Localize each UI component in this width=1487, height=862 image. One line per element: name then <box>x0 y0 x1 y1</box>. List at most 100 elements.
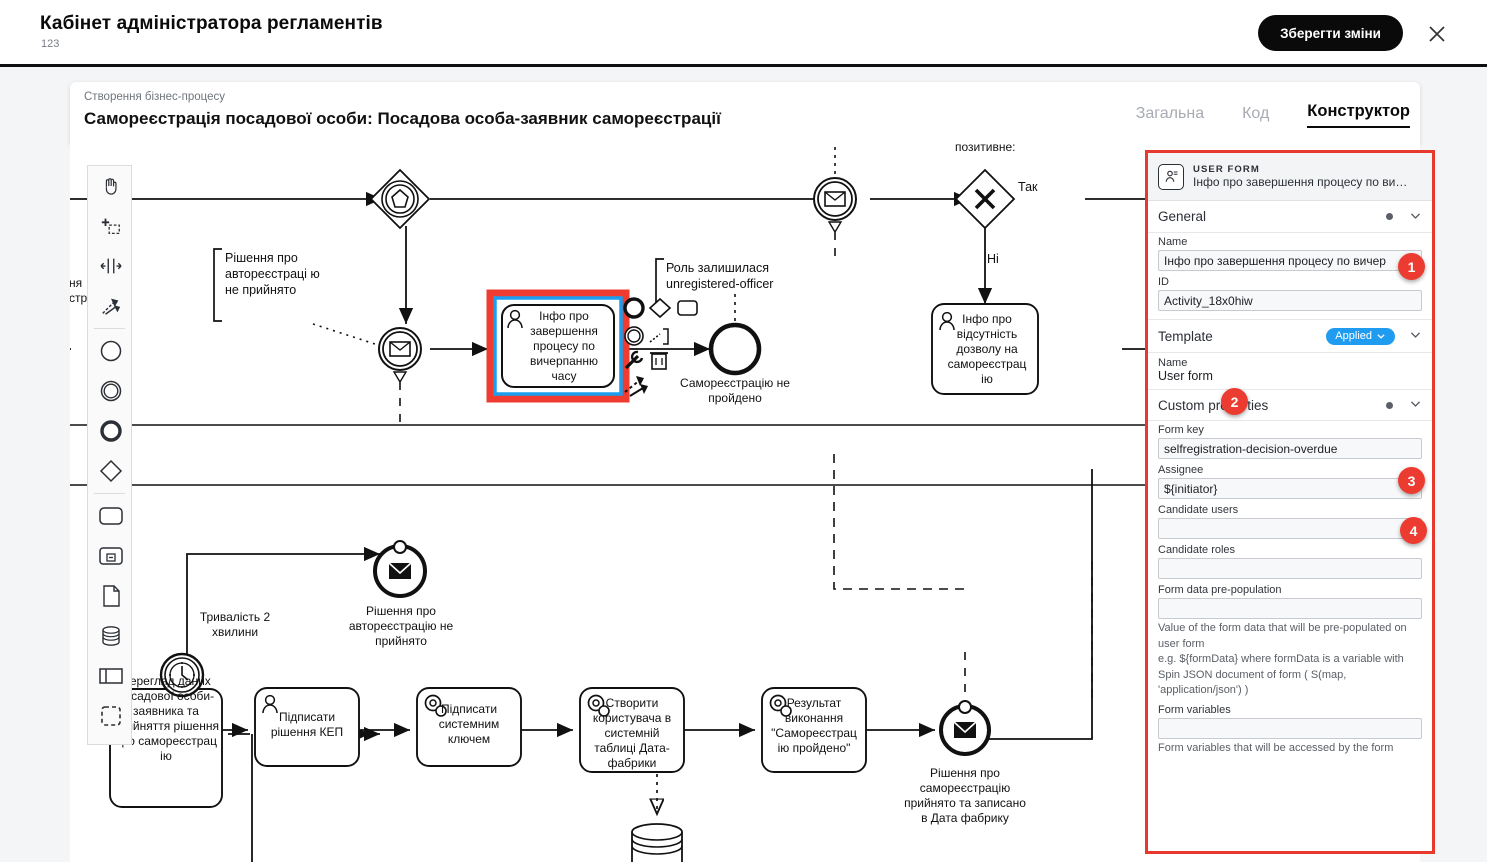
candidate-roles-input[interactable] <box>1158 558 1422 579</box>
bpmn-end-event-accepted <box>939 700 991 756</box>
append-task-icon[interactable] <box>677 300 698 316</box>
bpmn-intermediate-event-escalation <box>369 168 431 230</box>
field-candidate-roles-label: Candidate roles <box>1158 544 1236 556</box>
diagram-label-clipped-left: ня стр <box>70 276 88 305</box>
space-tool-icon[interactable] <box>88 246 133 286</box>
template-name-value: User form <box>1158 369 1213 383</box>
task-label-selected: Інфо про завершення процесу по вичерпанн… <box>529 309 599 383</box>
start-event-icon[interactable] <box>88 331 133 371</box>
hand-tool-icon[interactable] <box>88 166 133 206</box>
form-variables-input[interactable] <box>1158 717 1422 739</box>
bpmn-message-event-top <box>813 144 857 259</box>
subprocess-icon[interactable] <box>88 536 133 576</box>
group-general-header[interactable]: General <box>1148 201 1432 233</box>
template-row[interactable]: Template Applied <box>1148 319 1432 353</box>
field-candidate-users: Candidate users <box>1148 501 1432 541</box>
close-icon[interactable] <box>1425 22 1449 46</box>
candidate-users-input[interactable] <box>1158 518 1422 539</box>
callout-badge-4: 4 <box>1400 517 1427 544</box>
bpmn-end-event-failed <box>708 322 762 376</box>
connect-icon[interactable] <box>624 376 648 397</box>
bpmn-palette[interactable] <box>87 165 132 745</box>
app-title: Кабінет адміністратора регламентів <box>40 13 383 34</box>
id-input[interactable] <box>1158 290 1422 311</box>
element-type-label: USER FORM <box>1193 164 1260 175</box>
field-name: Name <box>1148 233 1432 273</box>
bpmn-message-event-middle <box>373 540 427 598</box>
properties-header: USER FORM Інфо про завершення процесу по… <box>1148 153 1432 201</box>
diagram-annotation-decision-rejected: Рішення про автореєстраці ю не прийнято <box>225 251 320 297</box>
tab-constructor[interactable]: Конструктор <box>1307 102 1410 128</box>
data-store-icon[interactable] <box>88 616 133 656</box>
field-form-key: Form key <box>1148 421 1432 461</box>
bpmn-data-store <box>631 823 683 862</box>
field-candidate-users-label: Candidate users <box>1158 504 1239 516</box>
end-event-icon[interactable] <box>88 411 133 451</box>
field-form-variables: Form variables Form variables that will … <box>1148 701 1432 759</box>
context-pad[interactable] <box>622 296 712 406</box>
group-general-dot <box>1386 213 1393 220</box>
gateway-icon[interactable] <box>88 451 133 491</box>
wrench-icon[interactable] <box>624 350 644 370</box>
delete-icon[interactable] <box>650 352 668 370</box>
form-variables-hint: Form variables that will be accessed by … <box>1158 741 1394 754</box>
group-icon[interactable] <box>88 696 133 736</box>
template-applied-pill[interactable]: Applied <box>1326 327 1395 345</box>
task-label-sign-system-key: Підписати системним ключем <box>438 702 500 746</box>
append-gateway-icon[interactable] <box>648 297 672 319</box>
template-applied-label: Applied <box>1335 329 1372 342</box>
intermediate-event-icon[interactable] <box>88 371 133 411</box>
diagram-label-decision-rejected-event: Рішення про автореєстрацію не прийнято <box>348 604 454 648</box>
task-label-create-user: Створити користувача в системній таблиці… <box>592 696 672 770</box>
palette-divider-2 <box>94 493 125 494</box>
form-data-prepopulation-input[interactable] <box>1158 598 1422 619</box>
element-name-label: Інфо про завершення процесу по ви… <box>1193 175 1408 189</box>
task-label-result-passed: Результат виконання "Самореєстрац ію про… <box>771 696 857 755</box>
chevron-down-icon[interactable] <box>1409 397 1422 413</box>
process-header-card: Створення бізнес-процесу Самореєстрація … <box>70 82 1420 144</box>
group-general-title: General <box>1158 209 1207 224</box>
field-assignee: Assignee <box>1148 461 1432 501</box>
tab-code[interactable]: Код <box>1242 105 1269 128</box>
field-form-key-label: Form key <box>1158 424 1204 436</box>
tab-general[interactable]: Загальна <box>1136 105 1204 128</box>
diagram-flow-label-yes: Так <box>1018 180 1038 194</box>
app-subtitle: 123 <box>41 38 60 50</box>
callout-badge-2: 2 <box>1221 388 1248 415</box>
diagram-label-selfreg-accepted: Рішення про самореєстрацію прийнято та з… <box>904 766 1026 825</box>
data-object-icon[interactable] <box>88 576 133 616</box>
append-end-event-icon[interactable] <box>623 297 645 319</box>
form-key-input[interactable] <box>1158 438 1422 459</box>
lasso-tool-icon[interactable] <box>88 206 133 246</box>
page-title: Самореєстрація посадової особи: Посадова… <box>84 109 721 128</box>
field-candidate-roles: Candidate roles <box>1148 541 1432 581</box>
callout-badge-3: 3 <box>1398 467 1425 494</box>
chevron-down-icon[interactable] <box>1409 328 1422 344</box>
group-custom-header[interactable]: Custom properties <box>1148 389 1432 421</box>
bpmn-exclusive-gateway <box>954 168 1016 230</box>
text-annotation-bracket-1 <box>213 248 222 322</box>
group-custom-title: Custom properties <box>1158 397 1269 413</box>
palette-divider-1 <box>94 328 125 329</box>
top-bar: Кабінет адміністратора регламентів 123 З… <box>0 0 1487 67</box>
task-label-sign-kep: Підписати рішення КЕП <box>270 710 344 739</box>
callout-badge-1: 1 <box>1398 253 1425 280</box>
task-icon[interactable] <box>88 496 133 536</box>
participant-icon[interactable] <box>88 656 133 696</box>
save-changes-button[interactable]: Зберегти зміни <box>1258 15 1403 51</box>
chevron-down-icon[interactable] <box>1409 209 1422 225</box>
group-custom-dot <box>1386 401 1393 409</box>
template-title: Template <box>1158 328 1213 344</box>
connect-tool-icon[interactable] <box>88 286 133 326</box>
properties-panel[interactable]: USER FORM Інфо про завершення процесу по… <box>1145 150 1435 854</box>
field-form-data-prepopulation-label: Form data pre-population <box>1158 584 1282 596</box>
template-name-label: Name <box>1158 357 1188 369</box>
field-assignee-label: Assignee <box>1158 464 1204 476</box>
tab-bar: Загальна Код Конструктор <box>1136 102 1410 128</box>
diagram-annotation-role-remained: Роль залишилася unregistered-officer <box>666 261 774 291</box>
append-intermediate-event-icon[interactable] <box>624 326 644 346</box>
assignee-input[interactable] <box>1158 478 1422 499</box>
field-id: ID <box>1148 273 1432 313</box>
append-text-annotation-icon[interactable] <box>649 328 669 345</box>
name-input[interactable] <box>1158 250 1422 271</box>
